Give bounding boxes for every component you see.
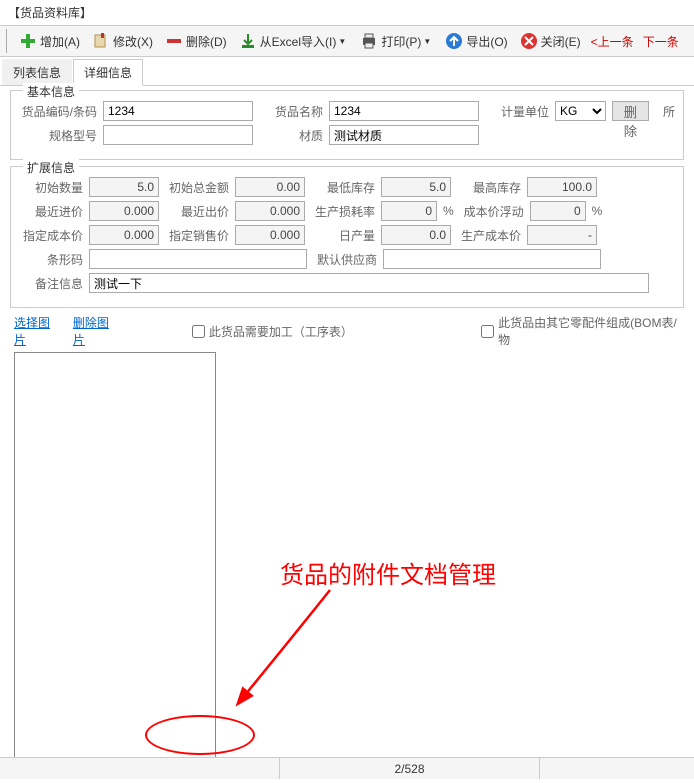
code-input[interactable]	[103, 101, 253, 121]
close-icon	[519, 31, 539, 51]
spec-sale-label: 指定销售价	[165, 227, 229, 244]
cost-float-label: 成本价浮动	[460, 203, 524, 220]
process-check-label: 此货品需要加工（工序表）	[209, 323, 349, 340]
init-amt-input[interactable]	[235, 177, 305, 197]
bom-checkbox[interactable]: 此货品由其它零配件组成(BOM表/物	[481, 314, 684, 348]
loss-input[interactable]	[381, 201, 437, 221]
pct-label2: %	[592, 204, 603, 218]
delete-unit-button[interactable]: 删除	[612, 101, 649, 121]
supplier-label: 默认供应商	[313, 251, 377, 268]
init-qty-input[interactable]	[89, 177, 159, 197]
export-button[interactable]: 导出(O)	[439, 28, 512, 54]
import-icon	[238, 31, 258, 51]
add-label: 增加(A)	[40, 33, 80, 50]
min-stock-label: 最低库存	[311, 179, 375, 196]
delete-image-link[interactable]: 删除图片	[73, 314, 120, 348]
prev-link[interactable]: <上一条	[587, 33, 638, 50]
delete-button[interactable]: 删除(D)	[159, 28, 232, 54]
print-button[interactable]: 打印(P) ▼	[354, 28, 438, 54]
ext-info-group: 扩展信息 初始数量 初始总金额 最低库存 最高库存 最近进价 最近出价 生产损耗…	[10, 166, 684, 308]
day-out-input[interactable]	[381, 225, 451, 245]
spec-label: 规格型号	[19, 127, 97, 144]
toolbar-separator	[6, 29, 10, 53]
image-link-row: 选择图片 删除图片 此货品需要加工（工序表） 此货品由其它零配件组成(BOM表/…	[14, 314, 684, 348]
print-label: 打印(P)	[381, 33, 421, 50]
plus-icon	[18, 31, 38, 51]
close-label: 关闭(E)	[541, 33, 581, 50]
min-stock-input[interactable]	[381, 177, 451, 197]
basic-info-group: 基本信息 货品编码/条码 货品名称 计量单位 KG 删除 所 规格型号 材质	[10, 90, 684, 160]
max-stock-label: 最高库存	[457, 179, 521, 196]
spec-sale-input[interactable]	[235, 225, 305, 245]
printer-icon	[359, 31, 379, 51]
pct-label: %	[443, 204, 454, 218]
export-label: 导出(O)	[466, 33, 507, 50]
ext-title: 扩展信息	[23, 159, 79, 176]
loss-label: 生产损耗率	[311, 203, 375, 220]
add-button[interactable]: 增加(A)	[13, 28, 85, 54]
remark-input[interactable]	[89, 273, 649, 293]
name-label: 货品名称	[259, 103, 323, 120]
recent-in-label: 最近进价	[19, 203, 83, 220]
spec-cost-input[interactable]	[89, 225, 159, 245]
max-stock-input[interactable]	[527, 177, 597, 197]
remark-label: 备注信息	[19, 275, 83, 292]
status-bar: 2/528	[0, 757, 694, 779]
edit-icon	[91, 31, 111, 51]
import-label: 从Excel导入(I)	[260, 33, 337, 50]
dropdown-icon[interactable]: ▼	[423, 37, 433, 46]
spec-input[interactable]	[103, 125, 253, 145]
tab-list[interactable]: 列表信息	[2, 59, 72, 85]
content-area: 基本信息 货品编码/条码 货品名称 计量单位 KG 删除 所 规格型号 材质 扩…	[0, 86, 694, 783]
toolbar: 增加(A) 修改(X) 删除(D) 从Excel导入(I) ▼ 打印(P) ▼ …	[0, 25, 694, 57]
status-cell-1	[0, 758, 280, 779]
unit-select[interactable]: KG	[555, 101, 606, 121]
prod-cost-label: 生产成本价	[457, 227, 521, 244]
name-input[interactable]	[329, 101, 479, 121]
next-link[interactable]: 下一条	[639, 33, 683, 50]
delete-label: 删除(D)	[186, 33, 227, 50]
material-input[interactable]	[329, 125, 479, 145]
recent-in-input[interactable]	[89, 201, 159, 221]
process-check-input[interactable]	[192, 325, 205, 338]
edit-button[interactable]: 修改(X)	[86, 28, 158, 54]
supplier-input[interactable]	[383, 249, 601, 269]
material-label: 材质	[259, 127, 323, 144]
dropdown-icon[interactable]: ▼	[338, 37, 348, 46]
page-indicator: 2/528	[280, 758, 540, 779]
window-title: 【货品资料库】	[0, 0, 694, 25]
init-qty-label: 初始数量	[19, 179, 83, 196]
unit-label: 计量单位	[485, 103, 549, 120]
init-amt-label: 初始总金额	[165, 179, 229, 196]
basic-title: 基本信息	[23, 83, 79, 100]
recent-out-label: 最近出价	[165, 203, 229, 220]
bom-check-label: 此货品由其它零配件组成(BOM表/物	[498, 314, 684, 348]
bom-check-input[interactable]	[481, 325, 494, 338]
minus-icon	[164, 31, 184, 51]
export-icon	[444, 31, 464, 51]
barcode-label: 条形码	[19, 251, 83, 268]
spec-cost-label: 指定成本价	[19, 227, 83, 244]
import-button[interactable]: 从Excel导入(I) ▼	[233, 28, 354, 54]
recent-out-input[interactable]	[235, 201, 305, 221]
close-button[interactable]: 关闭(E)	[514, 28, 586, 54]
day-out-label: 日产量	[311, 227, 375, 244]
prod-cost-input[interactable]	[527, 225, 597, 245]
cost-float-input[interactable]	[530, 201, 586, 221]
edit-label: 修改(X)	[113, 33, 153, 50]
owner-label: 所	[655, 103, 675, 120]
barcode-input[interactable]	[89, 249, 307, 269]
tab-detail[interactable]: 详细信息	[73, 59, 143, 86]
image-preview-box	[14, 352, 216, 758]
select-image-link[interactable]: 选择图片	[14, 314, 61, 348]
process-checkbox[interactable]: 此货品需要加工（工序表）	[192, 323, 349, 340]
code-label: 货品编码/条码	[19, 103, 97, 120]
tab-bar: 列表信息 详细信息	[0, 59, 694, 86]
